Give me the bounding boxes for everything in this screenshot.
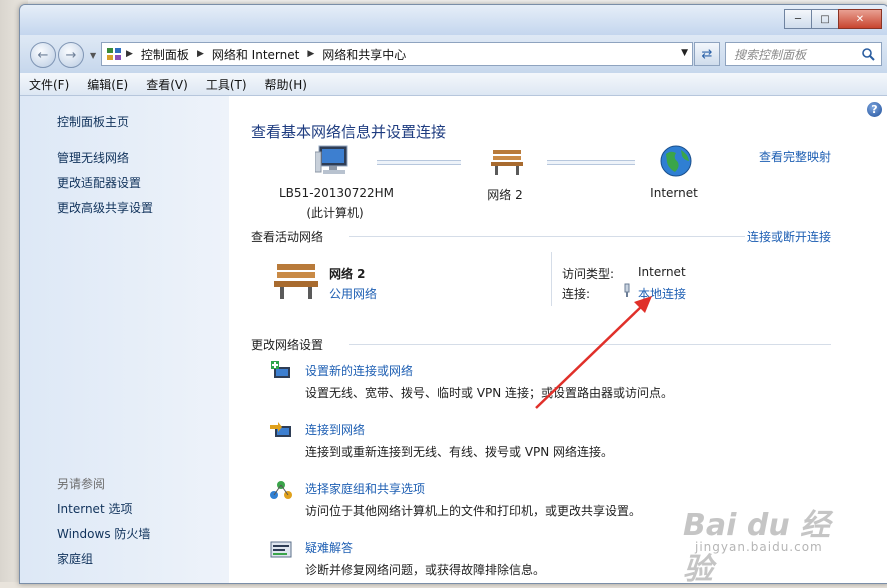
breadcrumb-control-panel[interactable]: 控制面板 <box>141 46 189 63</box>
breadcrumb-separator: ▶ <box>196 49 204 59</box>
help-icon[interactable]: ? <box>867 102 882 117</box>
task-connect-network-link[interactable]: 连接到网络 <box>305 421 365 438</box>
divider <box>349 344 831 345</box>
menu-edit[interactable]: 编辑(E) <box>78 76 137 93</box>
network-bench-icon[interactable] <box>489 146 525 176</box>
access-type-label: 访问类型: <box>562 267 615 281</box>
breadcrumb-network-internet[interactable]: 网络和 Internet <box>212 46 299 63</box>
title-bar[interactable]: ─ □ ✕ <box>20 5 887 35</box>
local-connection-link[interactable]: 本地连接 <box>638 285 686 302</box>
task-homegroup-desc: 访问位于其他网络计算机上的文件和打印机，或更改共享设置。 <box>305 504 642 518</box>
troubleshoot-icon <box>270 541 292 558</box>
forward-arrow-icon: → <box>65 47 77 63</box>
sidebar-item-manage-wireless[interactable]: 管理无线网络 <box>57 149 129 166</box>
close-icon: ✕ <box>855 13 865 25</box>
refresh-icon: ⇄ <box>701 46 713 62</box>
search-box[interactable]: 搜索控制面板 <box>725 42 882 66</box>
back-arrow-icon: ← <box>37 47 49 63</box>
minimize-button[interactable]: ─ <box>784 9 812 29</box>
breadcrumb-separator: ▶ <box>126 49 133 59</box>
task-setup-connection-link[interactable]: 设置新的连接或网络 <box>305 362 413 379</box>
baidu-watermark: Bai du 经验 jingyan.baidu.com <box>655 488 835 587</box>
network-node-label: 网络 2 <box>487 188 523 202</box>
task-homegroup-link[interactable]: 选择家庭组和共享选项 <box>305 480 425 497</box>
task-troubleshoot-link[interactable]: 疑难解答 <box>305 539 353 556</box>
sidebar-item-adapter-settings[interactable]: 更改适配器设置 <box>57 174 141 191</box>
close-button[interactable]: ✕ <box>838 9 882 29</box>
breadcrumb-sharing-center[interactable]: 网络和共享中心 <box>322 46 406 63</box>
sidebar-item-control-panel-home[interactable]: 控制面板主页 <box>57 113 129 130</box>
search-input[interactable]: 搜索控制面板 <box>726 46 861 63</box>
connection-line <box>377 160 461 165</box>
menu-bar: 文件(F) 编辑(E) 查看(V) 工具(T) 帮助(H) <box>20 73 887 96</box>
control-panel-icon <box>107 48 121 60</box>
network-type-link[interactable]: 公用网络 <box>329 285 377 302</box>
see-also-internet-options[interactable]: Internet 选项 <box>57 500 132 517</box>
task-setup-connection-desc: 设置无线、宽带、拨号、临时或 VPN 连接；或设置路由器或访问点。 <box>305 386 674 400</box>
connection-line <box>547 160 635 165</box>
see-also-firewall[interactable]: Windows 防火墙 <box>57 525 150 542</box>
view-full-map-link[interactable]: 查看完整映射 <box>759 148 831 165</box>
connections-label: 连接: <box>562 287 591 301</box>
maximize-button[interactable]: □ <box>811 9 839 29</box>
sidebar: 控制面板主页 管理无线网络 更改适配器设置 更改高级共享设置 另请参阅 Inte… <box>20 96 229 583</box>
active-network-name: 网络 2 <box>329 267 366 281</box>
internet-node-label: Internet <box>650 186 698 200</box>
active-network-bench-icon <box>274 264 318 299</box>
divider <box>551 252 552 306</box>
computer-name: LB51-20130722HM <box>279 186 394 200</box>
connect-disconnect-link[interactable]: 连接或断开连接 <box>747 228 831 245</box>
page-title: 查看基本网络信息并设置连接 <box>251 123 447 141</box>
homegroup-icon <box>270 481 292 499</box>
task-connect-network-desc: 连接到或重新连接到无线、有线、拨号或 VPN 网络连接。 <box>305 445 614 459</box>
search-icon[interactable] <box>861 47 875 61</box>
change-settings-heading: 更改网络设置 <box>251 338 324 352</box>
menu-file[interactable]: 文件(F) <box>20 76 78 93</box>
maximize-icon: □ <box>820 13 830 25</box>
watermark-url: jingyan.baidu.com <box>695 540 823 554</box>
computer-icon[interactable] <box>315 144 353 178</box>
refresh-button[interactable]: ⇄ <box>694 42 720 66</box>
back-button[interactable]: ← <box>30 42 56 68</box>
address-bar[interactable]: ▶ 控制面板 ▶ 网络和 Internet ▶ 网络和共享中心 ▼ <box>101 42 693 66</box>
menu-help[interactable]: 帮助(H) <box>256 76 316 93</box>
access-type-value: Internet <box>638 265 686 279</box>
menu-tools[interactable]: 工具(T) <box>197 76 256 93</box>
new-connection-icon <box>271 361 290 378</box>
internet-globe-icon[interactable] <box>659 144 693 178</box>
forward-button[interactable]: → <box>58 42 84 68</box>
breadcrumb-separator: ▶ <box>307 49 315 59</box>
navigation-bar: ← → ▼ ▶ 控制面板 ▶ 网络和 Internet ▶ 网络和共享中心 ▼ … <box>20 35 887 73</box>
active-networks-heading: 查看活动网络 <box>251 230 324 244</box>
sidebar-item-advanced-sharing[interactable]: 更改高级共享设置 <box>57 199 153 216</box>
address-dropdown-icon[interactable]: ▼ <box>681 48 688 58</box>
divider <box>349 236 745 237</box>
connect-network-icon <box>270 422 291 437</box>
menu-view[interactable]: 查看(V) <box>137 76 197 93</box>
see-also-heading: 另请参阅 <box>57 477 106 491</box>
see-also-homegroup[interactable]: 家庭组 <box>57 550 93 567</box>
history-dropdown-icon[interactable]: ▼ <box>90 51 96 60</box>
minimize-icon: ─ <box>794 13 802 25</box>
task-troubleshoot-desc: 诊断并修复网络问题，或获得故障排除信息。 <box>305 563 546 577</box>
computer-subtitle: (此计算机) <box>306 206 364 220</box>
ethernet-plug-icon <box>624 283 630 297</box>
